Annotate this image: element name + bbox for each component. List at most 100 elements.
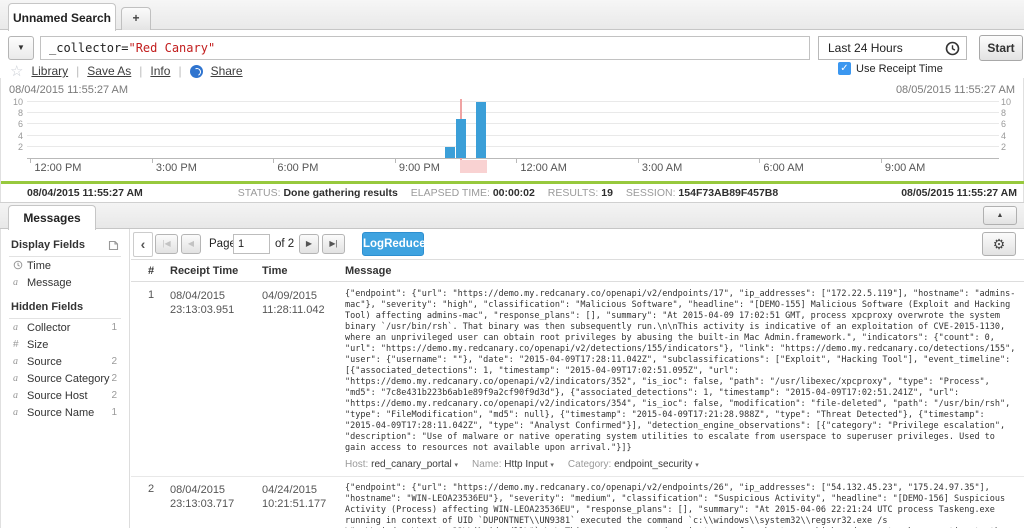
- y-axis-tick-label: 2: [3, 142, 23, 152]
- string-field-icon: a: [13, 407, 27, 418]
- last-page-button[interactable]: ▶|: [322, 234, 345, 254]
- clock-icon: [945, 40, 960, 55]
- field-item-time[interactable]: Time: [1, 257, 129, 274]
- session-label: SESSION:: [626, 187, 676, 199]
- histogram-bar[interactable]: [456, 119, 466, 158]
- x-axis-tick-label: 9:00 AM: [885, 162, 925, 174]
- fields-settings-icon[interactable]: [108, 239, 119, 251]
- start-search-button[interactable]: Start: [979, 35, 1023, 61]
- new-tab-button[interactable]: +: [121, 7, 151, 30]
- y-axis-tick-label: 4: [3, 131, 23, 141]
- search-query-input[interactable]: _collector="Red Canary": [40, 36, 810, 60]
- metadata-value-dropdown[interactable]: Http Input ▾: [504, 459, 554, 470]
- histogram-plot[interactable]: [27, 103, 999, 159]
- page-number-input[interactable]: [233, 234, 270, 254]
- col-header-receipt-time[interactable]: Receipt Time: [170, 265, 262, 277]
- fields-sidebar: Display Fields TimeaMessage Hidden Field…: [0, 229, 130, 528]
- metadata-value-dropdown[interactable]: red_canary_portal ▾: [371, 459, 458, 470]
- messages-main-area: ‹ |◀ ◀ Page: of 2 ▶ ▶| LogReduce ⚙ # Rec…: [131, 229, 1024, 528]
- query-dropdown-button[interactable]: ▼: [8, 36, 34, 60]
- results-label: RESULTS:: [548, 187, 599, 199]
- elapsed-label: ELAPSED TIME:: [411, 187, 490, 199]
- status-row: 08/04/2015 11:55:27 AM STATUS: Done gath…: [1, 185, 1024, 202]
- row-number-cell: 2: [148, 483, 170, 495]
- results-table-body: 108/04/201523:13:03.95104/09/201511:28:1…: [131, 283, 1024, 528]
- metadata-label: Category:: [568, 459, 614, 470]
- logreduce-button[interactable]: LogReduce: [362, 232, 424, 256]
- field-label: Source: [27, 356, 111, 368]
- first-page-button[interactable]: |◀: [155, 234, 178, 254]
- use-receipt-time-control: ✓ Use Receipt Time: [838, 62, 943, 75]
- table-row[interactable]: 208/04/201523:13:03.71704/24/201510:21:5…: [131, 477, 1024, 528]
- menu-separator: |: [139, 64, 142, 78]
- previous-page-button[interactable]: ◀: [181, 234, 201, 254]
- display-fields-title: Display Fields: [11, 239, 108, 251]
- status-label: STATUS:: [238, 187, 281, 199]
- settings-gear-button[interactable]: ⚙: [982, 232, 1016, 256]
- field-item-source-name[interactable]: aSource Name1: [1, 404, 129, 421]
- field-item-collector[interactable]: aCollector1: [1, 319, 129, 336]
- messages-tab-label: Messages: [23, 211, 80, 225]
- message-text: {"endpoint": {"url": "https://demo.my.re…: [345, 483, 1016, 528]
- x-axis-tick-label: 3:00 PM: [156, 162, 197, 174]
- time-range-value: Last 24 Hours: [828, 41, 945, 55]
- x-axis-tick-label: 12:00 PM: [34, 162, 81, 174]
- string-field-icon: a: [13, 322, 27, 333]
- x-axis-tick-label: 12:00 AM: [520, 162, 566, 174]
- table-row[interactable]: 108/04/201523:13:03.95104/09/201511:28:1…: [131, 283, 1024, 477]
- field-label: Collector: [27, 322, 111, 334]
- results-table-header: # Receipt Time Time Message: [131, 259, 1024, 282]
- gridline: [27, 146, 999, 147]
- chevron-down-icon: ▾: [455, 462, 459, 469]
- y-axis-tick-label: 10: [3, 97, 23, 107]
- y-axis-labels-left: 246810: [3, 103, 23, 159]
- field-label: Time: [27, 260, 117, 272]
- col-header-num: #: [148, 265, 170, 277]
- y-axis-tick-label: 6: [3, 119, 23, 129]
- save-as-link[interactable]: Save As: [87, 64, 131, 78]
- field-item-source[interactable]: aSource2: [1, 353, 129, 370]
- tab-unnamed-search[interactable]: Unnamed Search: [8, 3, 116, 31]
- field-item-source-category[interactable]: aSource Category2: [1, 370, 129, 387]
- field-item-source-host[interactable]: aSource Host2: [1, 387, 129, 404]
- x-axis-tick-label: 6:00 PM: [277, 162, 318, 174]
- time-range-selector[interactable]: Last 24 Hours: [818, 36, 967, 60]
- metadata-value-dropdown[interactable]: endpoint_security ▾: [614, 459, 699, 470]
- use-receipt-time-checkbox[interactable]: ✓: [838, 62, 851, 75]
- menu-separator: |: [178, 64, 181, 78]
- collapse-panel-button[interactable]: ▲: [983, 206, 1017, 225]
- favorite-star-icon[interactable]: ☆: [10, 64, 23, 79]
- collapse-sidebar-button[interactable]: ‹: [133, 232, 153, 257]
- next-page-button[interactable]: ▶: [299, 234, 319, 254]
- query-field-token: _collector=: [49, 41, 128, 55]
- y-axis-tick-label: 10: [1001, 97, 1021, 107]
- chart-range-start: 08/04/2015 11:55:27 AM: [9, 84, 128, 96]
- page-of-label: of 2: [275, 238, 294, 250]
- message-cell: {"endpoint": {"url": "https://demo.my.re…: [345, 289, 1016, 470]
- session-value: 154F73AB89F457B8: [678, 187, 778, 199]
- string-field-icon: a: [13, 356, 27, 367]
- string-field-icon: a: [13, 277, 27, 288]
- library-link[interactable]: Library: [31, 64, 68, 78]
- field-label: Source Host: [27, 390, 111, 402]
- col-header-message[interactable]: Message: [345, 265, 1024, 277]
- message-metadata: Host: red_canary_portal ▾Name: Http Inpu…: [345, 459, 1016, 470]
- share-link[interactable]: Share: [211, 64, 243, 78]
- field-count: 1: [111, 407, 117, 418]
- y-axis-tick-label: 2: [1001, 142, 1021, 152]
- col-header-time[interactable]: Time: [262, 265, 345, 277]
- time-cell: 04/09/201511:28:11.042: [262, 289, 345, 317]
- chevron-down-icon: ▾: [550, 462, 554, 469]
- info-link[interactable]: Info: [150, 64, 170, 78]
- field-item-size[interactable]: #Size: [1, 336, 129, 353]
- metadata-label: Host:: [345, 459, 371, 470]
- histogram-bar[interactable]: [445, 147, 455, 158]
- histogram-bar[interactable]: [476, 102, 486, 158]
- status-end-time: 08/05/2015 11:55:27 AM: [901, 187, 1017, 199]
- tab-messages[interactable]: Messages: [8, 205, 96, 230]
- search-progress-bar: [1, 181, 1024, 184]
- field-label: Source Category: [27, 373, 111, 385]
- field-item-message[interactable]: aMessage: [1, 274, 129, 291]
- y-axis-tick-label: 8: [3, 108, 23, 118]
- query-value-token: "Red Canary": [128, 41, 215, 55]
